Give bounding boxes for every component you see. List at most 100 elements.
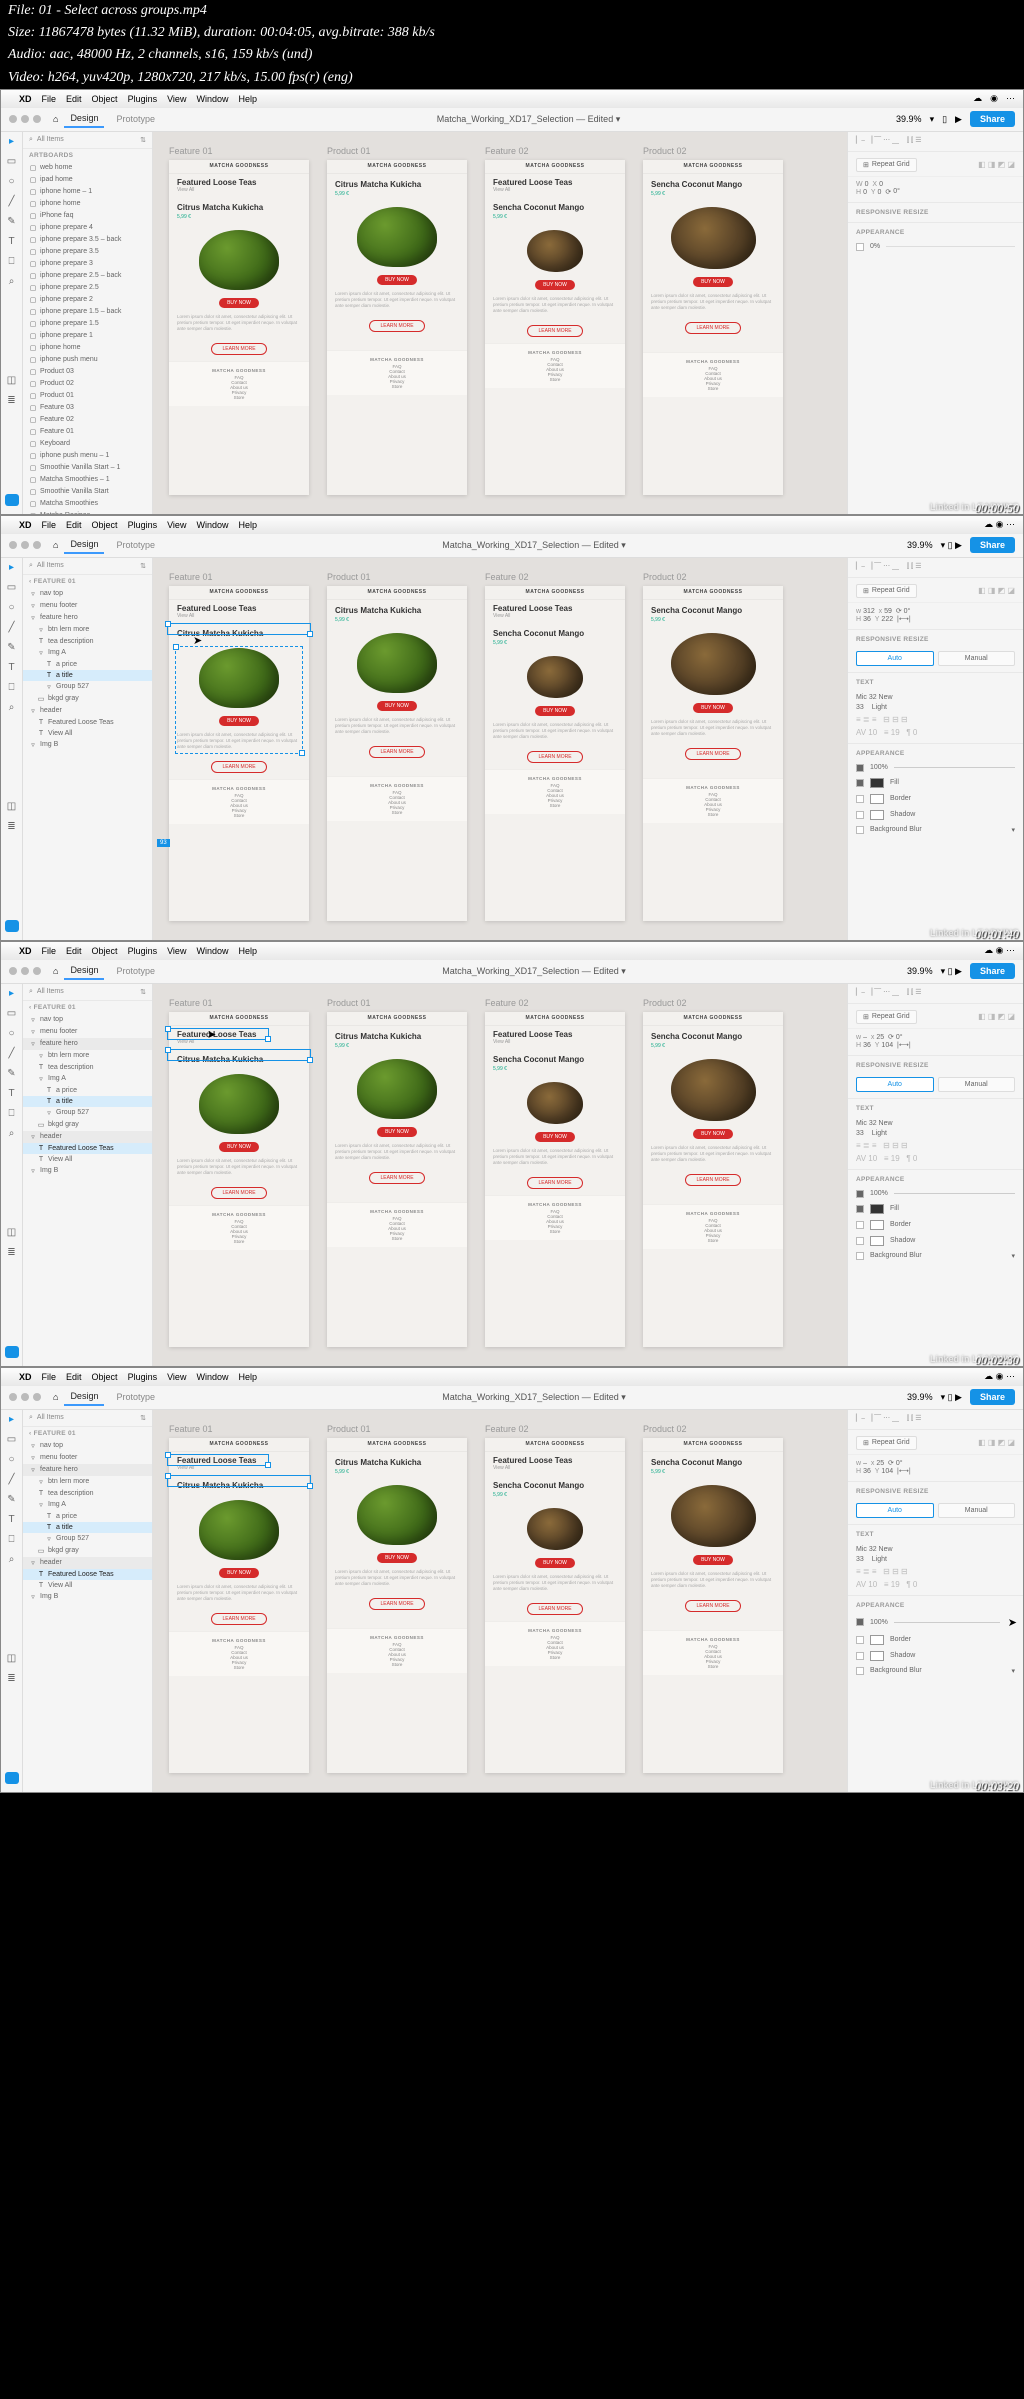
layer-item[interactable]: ▢iphone prepare 2.5 (23, 282, 152, 294)
layer-item[interactable]: ▢Product 01 (23, 390, 152, 402)
layer-item[interactable]: ▢iphone home (23, 198, 152, 210)
layer-item[interactable]: ▢iphone prepare 3 (23, 258, 152, 270)
layer-item[interactable]: ▢Smoothie Vanilla Start (23, 486, 152, 498)
min-dot[interactable] (21, 115, 29, 123)
menu-file[interactable]: File (42, 94, 57, 104)
artboard-label[interactable]: Product 02 (643, 146, 687, 156)
layer-item[interactable]: ▢iphone prepare 3.5 (23, 246, 152, 258)
tab-prototype[interactable]: Prototype (110, 111, 161, 127)
layer-item[interactable]: ▢iphone prepare 2 (23, 294, 152, 306)
home-icon[interactable]: ⌂ (53, 114, 58, 124)
layer-item[interactable]: ▢ipad home (23, 174, 152, 186)
chevron-down-icon[interactable]: ▾ (930, 114, 935, 125)
layer-item[interactable]: ▢iphone home (23, 342, 152, 354)
font-select[interactable]: Mic 32 New (856, 694, 1015, 701)
layer-item[interactable]: Ttea description (23, 1488, 152, 1499)
layer-item[interactable]: ▢Feature 01 (23, 426, 152, 438)
layer-item[interactable]: ▿header (23, 705, 152, 717)
layer-item[interactable]: TFeatured Loose Teas (23, 1569, 152, 1580)
layer-item[interactable]: TView All (23, 1154, 152, 1165)
layer-item[interactable]: ▢Smoothie Vanilla Start – 1 (23, 462, 152, 474)
layer-item[interactable]: TView All (23, 1580, 152, 1591)
layer-item[interactable]: ▿nav top (23, 1440, 152, 1452)
layer-item[interactable]: ▭bkgd gray (23, 693, 152, 705)
mobile-preview-icon[interactable]: ▯ (942, 114, 947, 125)
tab-design[interactable]: Design (64, 536, 104, 554)
select-tool-icon[interactable]: ▸ (6, 136, 18, 148)
user-icon[interactable]: ◉ (990, 93, 998, 104)
layers-icon[interactable]: ≣ (6, 395, 18, 407)
menu-edit[interactable]: Edit (66, 94, 82, 104)
layer-item[interactable]: Ta title (23, 1522, 152, 1533)
layer-item[interactable]: ▿header (23, 1557, 152, 1569)
layer-item[interactable]: ▢iphone push menu – 1 (23, 450, 152, 462)
bgblur-check[interactable] (856, 826, 864, 834)
artboard-feature-01[interactable]: Feature 01 MATCHA GOODNESS Featured Loos… (169, 586, 309, 921)
menu-window[interactable]: Window (196, 94, 228, 104)
tab-design[interactable]: Design (64, 110, 104, 128)
buy-button[interactable]: BUY NOW (535, 280, 575, 290)
search-icon[interactable]: ⌕ (29, 136, 33, 144)
layer-item[interactable]: ▢iphone prepare 1.5 (23, 318, 152, 330)
border-check[interactable] (856, 795, 864, 803)
layer-item[interactable]: ▿Group 527 (23, 681, 152, 693)
layer-item[interactable]: ▿nav top (23, 1014, 152, 1026)
learn-more-button[interactable]: LEARN MORE (369, 320, 424, 332)
font-size[interactable]: 33 (856, 704, 864, 711)
play-icon[interactable]: ▶ (955, 114, 962, 125)
layer-item[interactable]: Ta title (23, 1096, 152, 1107)
layer-item[interactable]: Ta price (23, 1085, 152, 1096)
artboard-tool-icon[interactable]: ⎕ (6, 256, 18, 268)
layer-item[interactable]: ▿Img A (23, 1073, 152, 1085)
layer-item[interactable]: ▢Matcha Smoothies – 1 (23, 474, 152, 486)
layer-item[interactable]: ▿feature hero (23, 612, 152, 624)
layer-item[interactable]: TView All (23, 728, 152, 739)
border-swatch[interactable] (870, 794, 884, 804)
manual-button[interactable]: Manual (938, 651, 1016, 666)
opacity-value[interactable]: 0% (870, 243, 880, 250)
layer-item[interactable]: ▢iPhone faq (23, 210, 152, 222)
menu-plugins[interactable]: Plugins (128, 94, 158, 104)
layer-item[interactable]: ▢iphone push menu (23, 354, 152, 366)
layer-item[interactable]: Ta price (23, 1511, 152, 1522)
rectangle-tool-icon[interactable]: ▭ (6, 156, 18, 168)
ellipse-tool-icon[interactable]: ○ (6, 176, 18, 188)
layer-item[interactable]: ▿Img A (23, 647, 152, 659)
learn-more-button[interactable]: LEARN MORE (527, 325, 582, 337)
layer-item[interactable]: ▿feature hero (23, 1038, 152, 1050)
artboard-feature-02[interactable]: Feature 02 MATCHA GOODNESS Featured Loos… (485, 160, 625, 495)
layer-item[interactable]: ▿feature hero (23, 1464, 152, 1476)
layer-item[interactable]: ▿menu footer (23, 1452, 152, 1464)
layer-item[interactable]: ▿nav top (23, 588, 152, 600)
layer-item[interactable]: ▿menu footer (23, 1026, 152, 1038)
menu-view[interactable]: View (167, 94, 186, 104)
layer-item[interactable]: ▿header (23, 1131, 152, 1143)
app-name[interactable]: XD (19, 94, 32, 104)
max-dot[interactable] (33, 115, 41, 123)
font-weight[interactable]: Light (872, 704, 887, 711)
learn-more-button[interactable]: LEARN MORE (211, 343, 266, 355)
share-button[interactable]: Share (970, 111, 1015, 127)
layer-item[interactable]: ▿Img B (23, 1591, 152, 1603)
artboard-feature-01[interactable]: Feature 01 MATCHA GOODNESS Featured Loos… (169, 160, 309, 495)
learn-more-button[interactable]: LEARN MORE (685, 322, 740, 334)
menu-help[interactable]: Help (238, 94, 257, 104)
layer-item[interactable]: ▿menu footer (23, 600, 152, 612)
assets-icon[interactable]: ◫ (6, 375, 18, 387)
layer-item[interactable]: ▢Keyboard (23, 438, 152, 450)
layer-item[interactable]: ▢Product 02 (23, 378, 152, 390)
opacity-check[interactable] (856, 243, 864, 251)
buy-button[interactable]: BUY NOW (693, 277, 733, 287)
zoom-tool-icon[interactable]: ⌕ (6, 276, 18, 288)
filter-icon[interactable]: ⇅ (140, 136, 146, 144)
artboard-product-02[interactable]: Product 02 MATCHA GOODNESS Sencha Coconu… (643, 160, 783, 495)
layer-item[interactable]: ▿Img A (23, 1499, 152, 1511)
layer-item[interactable]: ▢iphone prepare 1.5 – back (23, 306, 152, 318)
cloud-icon[interactable]: ☁ (973, 93, 982, 104)
layer-item[interactable]: TFeatured Loose Teas (23, 717, 152, 728)
layer-item[interactable]: Ta price (23, 659, 152, 670)
artboard-label[interactable]: Feature 01 (169, 146, 213, 156)
layer-item[interactable]: ▿Group 527 (23, 1533, 152, 1545)
layer-item[interactable]: ▢iphone prepare 4 (23, 222, 152, 234)
layer-item[interactable]: Ta title (23, 670, 152, 681)
